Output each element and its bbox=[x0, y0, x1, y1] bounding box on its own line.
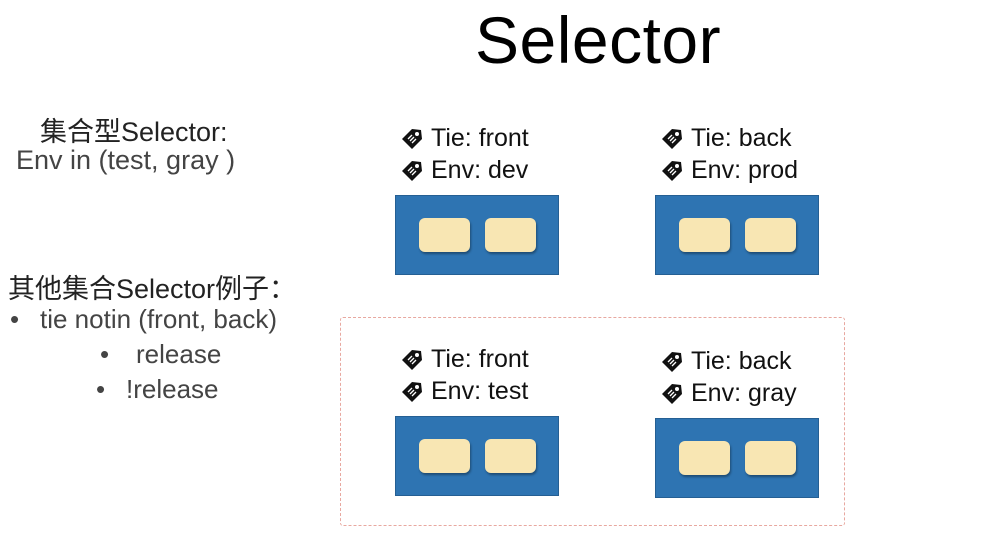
bullet-marker: • bbox=[100, 339, 110, 369]
env-value: Env: dev bbox=[431, 156, 529, 184]
tag-icon bbox=[662, 128, 682, 149]
node-box bbox=[395, 416, 559, 496]
env-label: Env: prod bbox=[660, 156, 798, 185]
env-label: Env: test bbox=[400, 377, 528, 406]
env-value: Env: gray bbox=[691, 379, 797, 407]
bullet-marker: • bbox=[96, 374, 106, 404]
tie-label: Tie: back bbox=[660, 124, 792, 153]
env-label: Env: dev bbox=[400, 156, 528, 185]
other-examples-heading: 其他集合Selector例子： bbox=[8, 274, 297, 304]
env-value: Env: test bbox=[431, 377, 529, 405]
pod bbox=[745, 218, 796, 252]
tie-label: Tie: front bbox=[400, 124, 529, 153]
example-text: !release bbox=[126, 374, 219, 404]
env-label: Env: gray bbox=[660, 379, 797, 408]
tag-icon bbox=[402, 128, 422, 149]
tie-label: Tie: front bbox=[400, 345, 529, 374]
pod bbox=[419, 439, 470, 473]
tag-icon bbox=[662, 351, 682, 372]
tag-icon bbox=[662, 383, 682, 404]
example-item: • release bbox=[100, 339, 221, 370]
node-box bbox=[395, 195, 559, 275]
tie-value: Tie: back bbox=[691, 347, 792, 375]
tie-value: Tie: front bbox=[431, 124, 529, 152]
pod bbox=[419, 218, 470, 252]
diagram-title: Selector bbox=[475, 3, 722, 77]
pod bbox=[485, 439, 536, 473]
example-text: release bbox=[136, 339, 222, 369]
node-box bbox=[655, 195, 819, 275]
pod bbox=[679, 441, 730, 475]
tag-icon bbox=[402, 381, 422, 402]
bullet-marker: • bbox=[10, 304, 20, 334]
tie-label: Tie: back bbox=[660, 347, 792, 376]
example-text: tie notin (front, back) bbox=[40, 304, 277, 334]
set-selector-heading: 集合型Selector: bbox=[40, 117, 228, 147]
node-box bbox=[655, 418, 819, 498]
example-item: • tie notin (front, back) bbox=[10, 304, 277, 335]
tie-value: Tie: back bbox=[691, 124, 792, 152]
tie-value: Tie: front bbox=[431, 345, 529, 373]
pod bbox=[485, 218, 536, 252]
tag-icon bbox=[662, 160, 682, 181]
tag-icon bbox=[402, 160, 422, 181]
example-item: • !release bbox=[96, 374, 219, 405]
tag-icon bbox=[402, 349, 422, 370]
pod bbox=[679, 218, 730, 252]
pod bbox=[745, 441, 796, 475]
set-selector-expression: Env in (test, gray ) bbox=[16, 145, 236, 175]
env-value: Env: prod bbox=[691, 156, 799, 184]
